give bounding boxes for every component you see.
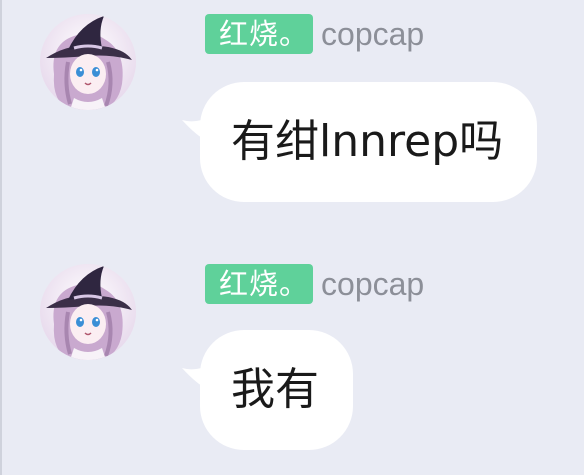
anime-witch-avatar-icon [40, 264, 136, 360]
nickname[interactable]: copcap [321, 16, 424, 53]
nickname[interactable]: copcap [321, 266, 424, 303]
message-bubble[interactable]: 我有 [200, 330, 353, 450]
anime-witch-avatar-icon [40, 14, 136, 110]
message-bubble[interactable]: 有绀lnnrep吗 [200, 82, 538, 202]
member-title-badge: 红烧。 [205, 264, 314, 304]
avatar[interactable] [40, 14, 136, 110]
message-header: 红烧。 copcap [205, 264, 424, 306]
chat-message: 红烧。 copcap 我有 [0, 250, 584, 475]
avatar[interactable] [40, 264, 136, 360]
message-header: 红烧。 copcap [205, 14, 424, 56]
message-text: 有绀lnnrep吗 [231, 116, 504, 167]
message-text: 我有 [231, 364, 319, 415]
member-title-badge: 红烧。 [205, 14, 314, 54]
chat-message: 红烧。 copcap 有绀lnnrep吗 [0, 0, 584, 250]
